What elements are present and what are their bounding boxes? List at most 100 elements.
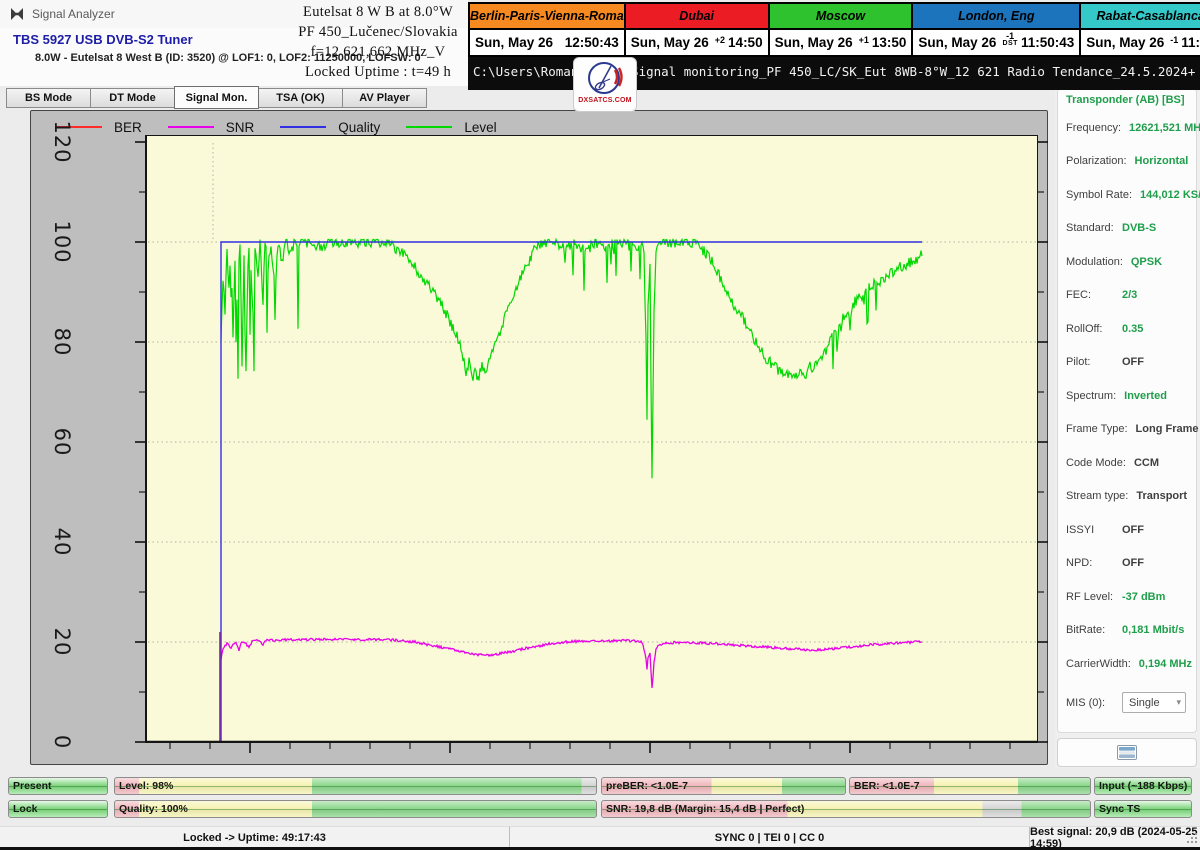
param-value: 144,012 KS/s [1140, 189, 1200, 201]
pill-level: Level: 98% [114, 777, 597, 795]
transponder-row-spectrum-: Spectrum:Inverted [1058, 379, 1196, 413]
clock-time-row: Sun, May 26-1DST11:50:43 [913, 30, 1079, 55]
pill-ber: BER: <1.0E-7 [849, 777, 1091, 795]
param-value: 0,194 MHz [1139, 658, 1192, 670]
clock-moscow: Moscow Sun, May 26 +113:50 [768, 2, 914, 57]
tab-signal-mon-[interactable]: Signal Mon. [174, 86, 259, 109]
param-value: OFF [1122, 524, 1144, 536]
legend-line-swatch [406, 126, 452, 128]
param-value: QPSK [1131, 256, 1162, 268]
clock-utc-offset: +2 [715, 36, 725, 44]
param-label: ISSYI [1066, 524, 1114, 536]
transponder-row-symbol-rate-: Symbol Rate:144,012 KS/s [1058, 178, 1196, 212]
legend-line-swatch [280, 126, 326, 128]
station-line-frequency: f=12 621,662 MHz_V [290, 42, 466, 62]
signal-analyzer-window: { "window": { "title": "Signal Analyzer"… [0, 0, 1200, 850]
resize-grip[interactable] [1185, 831, 1197, 843]
clock-city-label: London, Eng [913, 4, 1079, 30]
y-tick-label: 100 [48, 213, 76, 271]
tab-dt-mode[interactable]: DT Mode [90, 88, 175, 108]
transponder-header: Transponder (AB) [BS] [1058, 93, 1196, 111]
y-tick-label: 120 [48, 113, 76, 171]
clock-time-value: 11:50:43 [1021, 35, 1074, 50]
param-value: DVB-S [1122, 222, 1156, 234]
station-line-uptime: Locked Uptime : t=49 h [290, 62, 466, 82]
tuner-title: TBS 5927 USB DVB-S2 Tuner [13, 32, 193, 47]
dxsatcs-logo: DXSATCS.COM [573, 57, 637, 112]
transponder-row-fec-: FEC: 2/3 [1058, 279, 1196, 313]
stream-stack-button[interactable] [1057, 738, 1197, 767]
satellite-dish-icon [585, 58, 625, 98]
legend-label: Level [464, 120, 496, 135]
clock-city-label: Moscow [770, 4, 912, 30]
world-clocks: Berlin-Paris-Vienna-RomaSun, May 2612:50… [468, 2, 1200, 57]
clock-date: Sun, May 26 [775, 35, 853, 50]
clock-time-row: Sun, May 26+214:50 [626, 30, 768, 55]
y-tick-label: 40 [48, 513, 76, 571]
transponder-row-rf-level-: RF Level:-37 dBm [1058, 580, 1196, 614]
legend-line-swatch [168, 126, 214, 128]
clock-dubai: DubaiSun, May 26+214:50 [624, 2, 770, 57]
pill-present: Present [8, 777, 108, 795]
pill-sync-ts: Sync TS [1094, 800, 1192, 818]
param-label: Polarization: [1066, 155, 1127, 167]
mode-tabs: BS ModeDT ModeSignal Mon.TSA (OK)AV Play… [7, 88, 427, 112]
tab-bs-mode[interactable]: BS Mode [6, 88, 91, 108]
chevron-down-icon: ▾ [1176, 697, 1181, 708]
y-tick-label: 0 [48, 713, 76, 771]
param-value: 0,181 Mbit/s [1122, 624, 1184, 636]
clock-time-value: 12:50:43 [565, 35, 619, 50]
transponder-row-code-mode-: Code Mode:CCM [1058, 446, 1196, 480]
y-tick-label: 60 [48, 413, 76, 471]
clock-utc-offset: -1DST [1002, 32, 1018, 48]
param-value: 2/3 [1122, 289, 1137, 301]
tab-av-player[interactable]: AV Player [342, 88, 427, 108]
param-label: CarrierWidth: [1066, 658, 1131, 670]
clock-utc-offset: -1 [1170, 36, 1178, 44]
clock-time-value: 13:50 [872, 35, 907, 50]
transponder-row-stream-type-: Stream type: Transport [1058, 480, 1196, 514]
transponder-row-polarization-: Polarization: Horizontal [1058, 145, 1196, 179]
param-label: Modulation: [1066, 256, 1123, 268]
mis-dropdown[interactable]: Single ▾ [1122, 692, 1186, 713]
param-value: Transport [1136, 490, 1187, 502]
transponder-row-modulation-: Modulation: QPSK [1058, 245, 1196, 279]
param-label: FEC: [1066, 289, 1114, 301]
transponder-row-npd-: NPD:OFF [1058, 547, 1196, 581]
param-label: Stream type: [1066, 490, 1128, 502]
app-icon [9, 6, 25, 22]
y-tick-label: 80 [48, 313, 76, 371]
clock-rabat-casablanca: Rabat-CasablancaSun, May 26-111:50 [1079, 2, 1200, 57]
clock-date: Sun, May 26 [1086, 35, 1164, 50]
param-value: Long Frame [1136, 423, 1199, 435]
logo-text: DXSATCS.COM [578, 97, 631, 104]
pill-input-(~188-kbps): Input (~188 Kbps) [1094, 777, 1192, 795]
app-title: Signal Analyzer [32, 7, 115, 21]
clock-utc-offset: +1 [859, 36, 869, 44]
param-value: OFF [1122, 557, 1144, 569]
tab-tsa-ok-[interactable]: TSA (OK) [258, 88, 343, 108]
mis-label: MIS (0): [1066, 697, 1114, 709]
clock-city-label: Dubai [626, 4, 768, 30]
transponder-row-issyi: ISSYI OFF [1058, 513, 1196, 547]
station-line-location: PF 450_Lučenec/Slovakia [290, 22, 466, 42]
clock-city-label: Rabat-Casablanca [1081, 4, 1200, 30]
statusbar-best-signal: Best signal: 20,9 dB (2024-05-25 14:59) [1030, 827, 1200, 848]
clock-time-value: 14:50 [728, 35, 763, 50]
station-info: Eutelsat 8 W B at 8.0°W PF 450_Lučenec/S… [290, 2, 466, 86]
transponder-row-bitrate-: BitRate:0,181 Mbit/s [1058, 614, 1196, 648]
pill-quality: Quality: 100% [114, 800, 597, 818]
param-value: Horizontal [1135, 155, 1189, 167]
param-label: Symbol Rate: [1066, 189, 1132, 201]
legend-label: SNR [226, 120, 255, 135]
param-label: Standard: [1066, 222, 1114, 234]
legend-label: Quality [338, 120, 380, 135]
signal-chart-panel: BERSNRQualityLevel 120100806040200 [30, 110, 1048, 765]
pill-snr: SNR: 19,8 dB (Margin: 15,4 dB | Perfect) [601, 800, 1091, 818]
clock-london-eng: London, EngSun, May 26-1DST11:50:43 [911, 2, 1081, 57]
param-label: RollOff: [1066, 323, 1114, 335]
clock-date: Sun, May 26 [475, 35, 553, 50]
statusbar-uptime: Locked -> Uptime: 49:17:43 [0, 827, 510, 848]
clock-time-row: Sun, May 26 +113:50 [770, 30, 912, 55]
param-label: RF Level: [1066, 591, 1114, 603]
